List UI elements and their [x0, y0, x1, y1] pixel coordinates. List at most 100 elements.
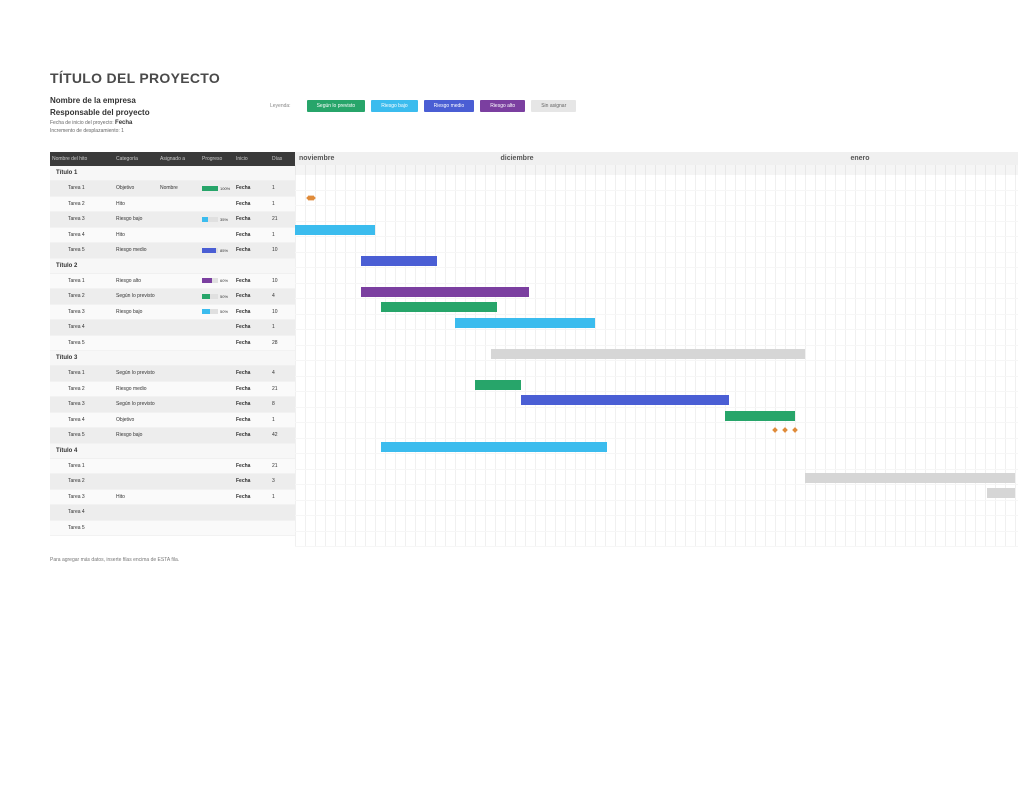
gantt-bar	[455, 318, 595, 328]
task-name: Tarea 5	[50, 525, 114, 531]
project-title: TÍTULO DEL PROYECTO	[50, 70, 1018, 86]
gantt-phase-row	[295, 268, 1018, 284]
gantt-bar	[725, 411, 795, 421]
gantt-bar	[475, 380, 521, 390]
gantt-row	[295, 346, 1018, 362]
task-days: 21	[270, 463, 292, 469]
task-name: Tarea 5	[50, 340, 114, 346]
task-name: Tarea 4	[50, 324, 114, 330]
column-header: Nombre del hito	[50, 156, 114, 162]
gantt-bar	[381, 442, 607, 452]
task-category: Objetivo	[114, 417, 158, 423]
legend-pill: Sin asignar	[531, 100, 576, 112]
task-days: 8	[270, 401, 292, 407]
task-start: Fecha	[234, 293, 270, 299]
month-label: diciembre	[497, 155, 699, 162]
content: Nombre del hitoCategoríaAsignado aProgre…	[50, 152, 1018, 547]
task-days: 10	[270, 278, 292, 284]
task-start: Fecha	[234, 401, 270, 407]
gantt-bar	[295, 225, 375, 235]
gantt-phase-row	[295, 175, 1018, 191]
task-days: 28	[270, 340, 292, 346]
task-days: 10	[270, 309, 292, 315]
task-category: Riesgo medio	[114, 247, 158, 253]
gantt-row	[295, 237, 1018, 253]
task-category: Riesgo medio	[114, 386, 158, 392]
footer-note: Para agregar más datos, inserte filas en…	[50, 557, 1018, 564]
phase-header: Título 3	[50, 351, 295, 366]
gantt-row	[295, 253, 1018, 269]
column-header: Días	[270, 156, 292, 162]
gantt-row	[295, 392, 1018, 408]
task-start: Fecha	[234, 216, 270, 222]
legend-pill: Riesgo medio	[424, 100, 475, 112]
day-header	[295, 165, 1018, 175]
task-row: Tarea 5	[50, 521, 295, 537]
legend-pill: Según lo previsto	[307, 100, 366, 112]
task-days: 1	[270, 201, 292, 207]
task-name: Tarea 1	[50, 278, 114, 284]
start-date-row: Fecha de inicio del proyecto: Fecha	[50, 120, 1018, 126]
task-row: Tarea 1Según lo previstoFecha4	[50, 366, 295, 382]
gantt-row	[295, 485, 1018, 501]
task-row: Tarea 3Según lo previstoFecha8	[50, 397, 295, 413]
task-days: 42	[270, 432, 292, 438]
month-label: noviembre	[295, 155, 497, 162]
task-progress: 50%	[200, 294, 234, 299]
task-name: Tarea 4	[50, 232, 114, 238]
table-header: Nombre del hitoCategoríaAsignado aProgre…	[50, 152, 295, 166]
task-row: Tarea 3HitoFecha1	[50, 490, 295, 506]
gantt-row	[295, 284, 1018, 300]
task-start: Fecha	[234, 278, 270, 284]
task-start: Fecha	[234, 386, 270, 392]
task-name: Tarea 3	[50, 494, 114, 500]
month-header: noviembrediciembreenero	[295, 152, 1018, 165]
gantt-bar	[987, 488, 1015, 498]
gantt-row	[295, 516, 1018, 532]
task-days: 1	[270, 417, 292, 423]
milestone-icon	[310, 195, 316, 201]
gantt-bar	[361, 256, 437, 266]
task-row: Tarea 4Hito Fecha1	[50, 228, 295, 244]
task-days: 4	[270, 370, 292, 376]
task-row: Tarea 5Riesgo medio85%Fecha10	[50, 243, 295, 259]
gantt-row	[295, 470, 1018, 486]
column-header: Categoría	[114, 156, 158, 162]
task-assignee: Nombre	[158, 185, 200, 191]
task-row: Tarea 1 Fecha21	[50, 459, 295, 475]
task-start: Fecha	[234, 432, 270, 438]
start-date-value: Fecha	[115, 120, 132, 126]
task-name: Tarea 3	[50, 401, 114, 407]
task-name: Tarea 4	[50, 417, 114, 423]
legend-pill: Riesgo alto	[480, 100, 525, 112]
gantt-row	[295, 532, 1018, 548]
task-days: 1	[270, 185, 292, 191]
task-row: Tarea 2HitoFecha1	[50, 197, 295, 213]
task-progress: 35%	[200, 217, 234, 222]
task-category: Hito	[114, 232, 158, 238]
task-start: Fecha	[234, 494, 270, 500]
task-row: Tarea 1Riesgo alto60%Fecha10	[50, 274, 295, 290]
task-days: 3	[270, 478, 292, 484]
task-category: Según lo previsto	[114, 370, 158, 376]
task-start: Fecha	[234, 463, 270, 469]
gantt-phase-row	[295, 361, 1018, 377]
task-start: Fecha	[234, 232, 270, 238]
task-days: 1	[270, 232, 292, 238]
task-days: 1	[270, 494, 292, 500]
task-name: Tarea 1	[50, 463, 114, 469]
gantt-bar	[521, 395, 729, 405]
task-category: Según lo previsto	[114, 293, 158, 299]
phase-header: Título 4	[50, 444, 295, 459]
milestone-icon	[792, 427, 798, 433]
task-category: Riesgo bajo	[114, 309, 158, 315]
gantt-row	[295, 222, 1018, 238]
task-row: Tarea 2Según lo previsto50%Fecha4	[50, 289, 295, 305]
task-row: Tarea 1ObjetivoNombre100%Fecha1	[50, 181, 295, 197]
task-row: Tarea 5Riesgo bajoFecha42	[50, 428, 295, 444]
task-name: Tarea 5	[50, 432, 114, 438]
increment-value: 1	[121, 128, 124, 134]
increment-row: Incremento de desplazamiento: 1	[50, 128, 1018, 134]
task-name: Tarea 1	[50, 370, 114, 376]
task-start: Fecha	[234, 478, 270, 484]
